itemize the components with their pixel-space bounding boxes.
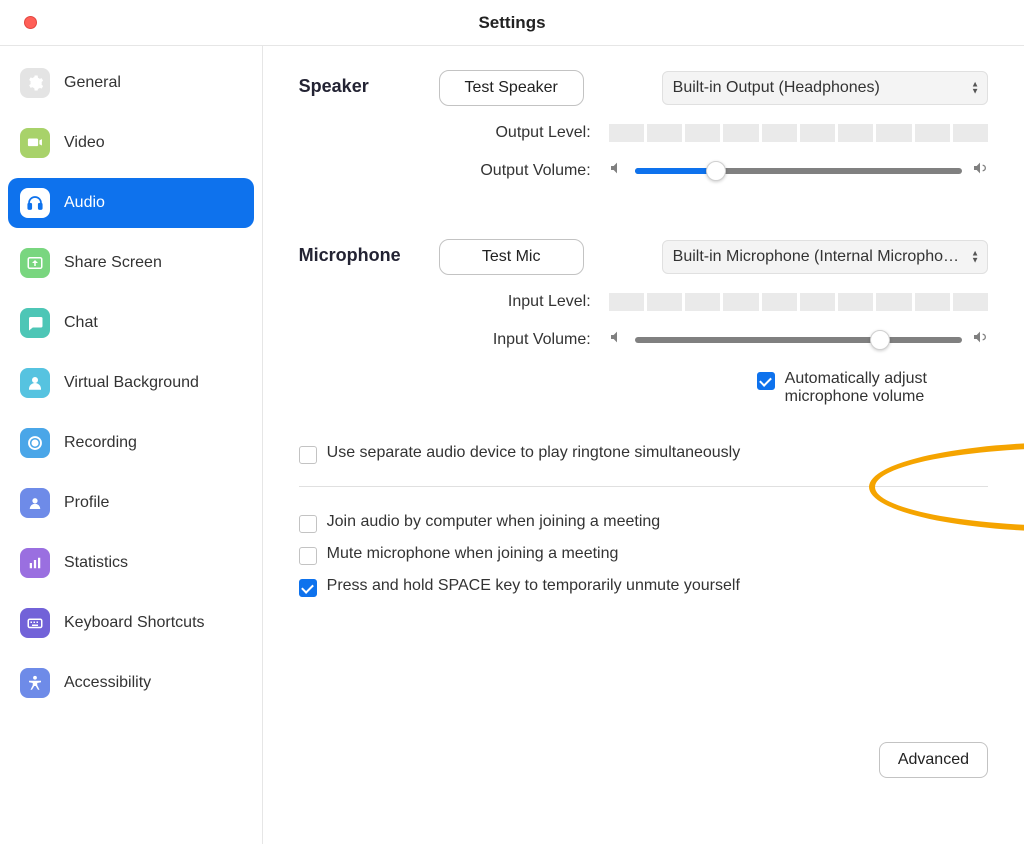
- speaker-device-value: Built-in Output (Headphones): [673, 79, 880, 97]
- speaker-low-icon: [609, 329, 625, 350]
- speaker-heading: Speaker: [299, 70, 429, 199]
- sidebar-item-label: Chat: [64, 314, 98, 332]
- speaker-low-icon: [609, 160, 625, 181]
- chevron-updown-icon: ▲▼: [971, 251, 979, 264]
- separate-device-label: Use separate audio device to play ringto…: [327, 444, 741, 462]
- person-icon: [20, 368, 50, 398]
- titlebar: Settings: [0, 0, 1024, 46]
- share-icon: [20, 248, 50, 278]
- gear-icon: [20, 68, 50, 98]
- settings-content: Speaker Test Speaker Built-in Output (He…: [263, 46, 1024, 844]
- chevron-updown-icon: ▲▼: [971, 82, 979, 95]
- chat-icon: [20, 308, 50, 338]
- auto-adjust-checkbox[interactable]: [757, 372, 775, 390]
- space-unmute-checkbox[interactable]: [299, 579, 317, 597]
- space-unmute-label: Press and hold SPACE key to temporarily …: [327, 577, 740, 595]
- sidebar-item-statistics[interactable]: Statistics: [8, 538, 254, 588]
- sidebar-item-label: Accessibility: [64, 674, 151, 692]
- avatar-icon: [20, 488, 50, 518]
- sidebar-item-chat[interactable]: Chat: [8, 298, 254, 348]
- sidebar-item-audio[interactable]: Audio: [8, 178, 254, 228]
- sidebar-item-profile[interactable]: Profile: [8, 478, 254, 528]
- sidebar-item-recording[interactable]: Recording: [8, 418, 254, 468]
- mute-on-join-label: Mute microphone when joining a meeting: [327, 545, 619, 563]
- output-volume-slider[interactable]: [635, 168, 962, 174]
- input-level-label: Input Level:: [439, 293, 591, 311]
- join-audio-checkbox[interactable]: [299, 515, 317, 533]
- acc-icon: [20, 668, 50, 698]
- output-level-label: Output Level:: [439, 124, 591, 142]
- sidebar-item-label: Virtual Background: [64, 374, 199, 392]
- mic-device-value: Built-in Microphone (Internal Micropho…: [673, 248, 959, 266]
- sidebar-item-label: Statistics: [64, 554, 128, 572]
- divider: [299, 486, 988, 487]
- speaker-device-select[interactable]: Built-in Output (Headphones) ▲▼: [662, 71, 988, 105]
- sidebar-item-general[interactable]: General: [8, 58, 254, 108]
- sidebar-item-label: Video: [64, 134, 105, 152]
- sidebar-item-label: Share Screen: [64, 254, 162, 272]
- input-volume-label: Input Volume:: [439, 331, 591, 349]
- mute-on-join-row[interactable]: Mute microphone when joining a meeting: [299, 545, 988, 565]
- sidebar-item-label: Keyboard Shortcuts: [64, 614, 205, 632]
- test-mic-button[interactable]: Test Mic: [439, 239, 584, 275]
- speaker-high-icon: [972, 329, 988, 350]
- keyboard-icon: [20, 608, 50, 638]
- sidebar-item-label: Profile: [64, 494, 109, 512]
- sidebar-item-keyboard-shortcuts[interactable]: Keyboard Shortcuts: [8, 598, 254, 648]
- window-title: Settings: [0, 13, 1024, 33]
- advanced-button[interactable]: Advanced: [879, 742, 988, 778]
- headphones-icon: [20, 188, 50, 218]
- sidebar-item-label: Recording: [64, 434, 137, 452]
- sidebar-item-accessibility[interactable]: Accessibility: [8, 658, 254, 708]
- auto-adjust-volume-row[interactable]: Automatically adjust microphone volume: [757, 370, 988, 406]
- mute-on-join-checkbox[interactable]: [299, 547, 317, 565]
- test-speaker-button[interactable]: Test Speaker: [439, 70, 584, 106]
- sidebar-item-label: Audio: [64, 194, 105, 212]
- sidebar-item-share-screen[interactable]: Share Screen: [8, 238, 254, 288]
- microphone-section: Microphone Test Mic Built-in Microphone …: [299, 239, 988, 418]
- speaker-high-icon: [972, 160, 988, 181]
- output-level-meter: [609, 124, 988, 142]
- mic-device-select[interactable]: Built-in Microphone (Internal Micropho… …: [662, 240, 988, 274]
- speaker-section: Speaker Test Speaker Built-in Output (He…: [299, 70, 988, 199]
- input-volume-slider[interactable]: [635, 337, 962, 343]
- separate-device-row[interactable]: Use separate audio device to play ringto…: [299, 444, 988, 464]
- record-icon: [20, 428, 50, 458]
- settings-sidebar: General Video Audio Share Screen Chat Virtual…: [0, 46, 263, 844]
- sidebar-item-label: General: [64, 74, 121, 92]
- output-volume-label: Output Volume:: [439, 162, 591, 180]
- sidebar-item-virtual-background[interactable]: Virtual Background: [8, 358, 254, 408]
- separate-device-checkbox[interactable]: [299, 446, 317, 464]
- join-audio-label: Join audio by computer when joining a me…: [327, 513, 661, 531]
- microphone-heading: Microphone: [299, 239, 429, 418]
- camera-icon: [20, 128, 50, 158]
- sidebar-item-video[interactable]: Video: [8, 118, 254, 168]
- join-audio-row[interactable]: Join audio by computer when joining a me…: [299, 513, 988, 533]
- input-level-meter: [609, 293, 988, 311]
- space-unmute-row[interactable]: Press and hold SPACE key to temporarily …: [299, 577, 988, 597]
- auto-adjust-label: Automatically adjust microphone volume: [785, 370, 988, 406]
- bars-icon: [20, 548, 50, 578]
